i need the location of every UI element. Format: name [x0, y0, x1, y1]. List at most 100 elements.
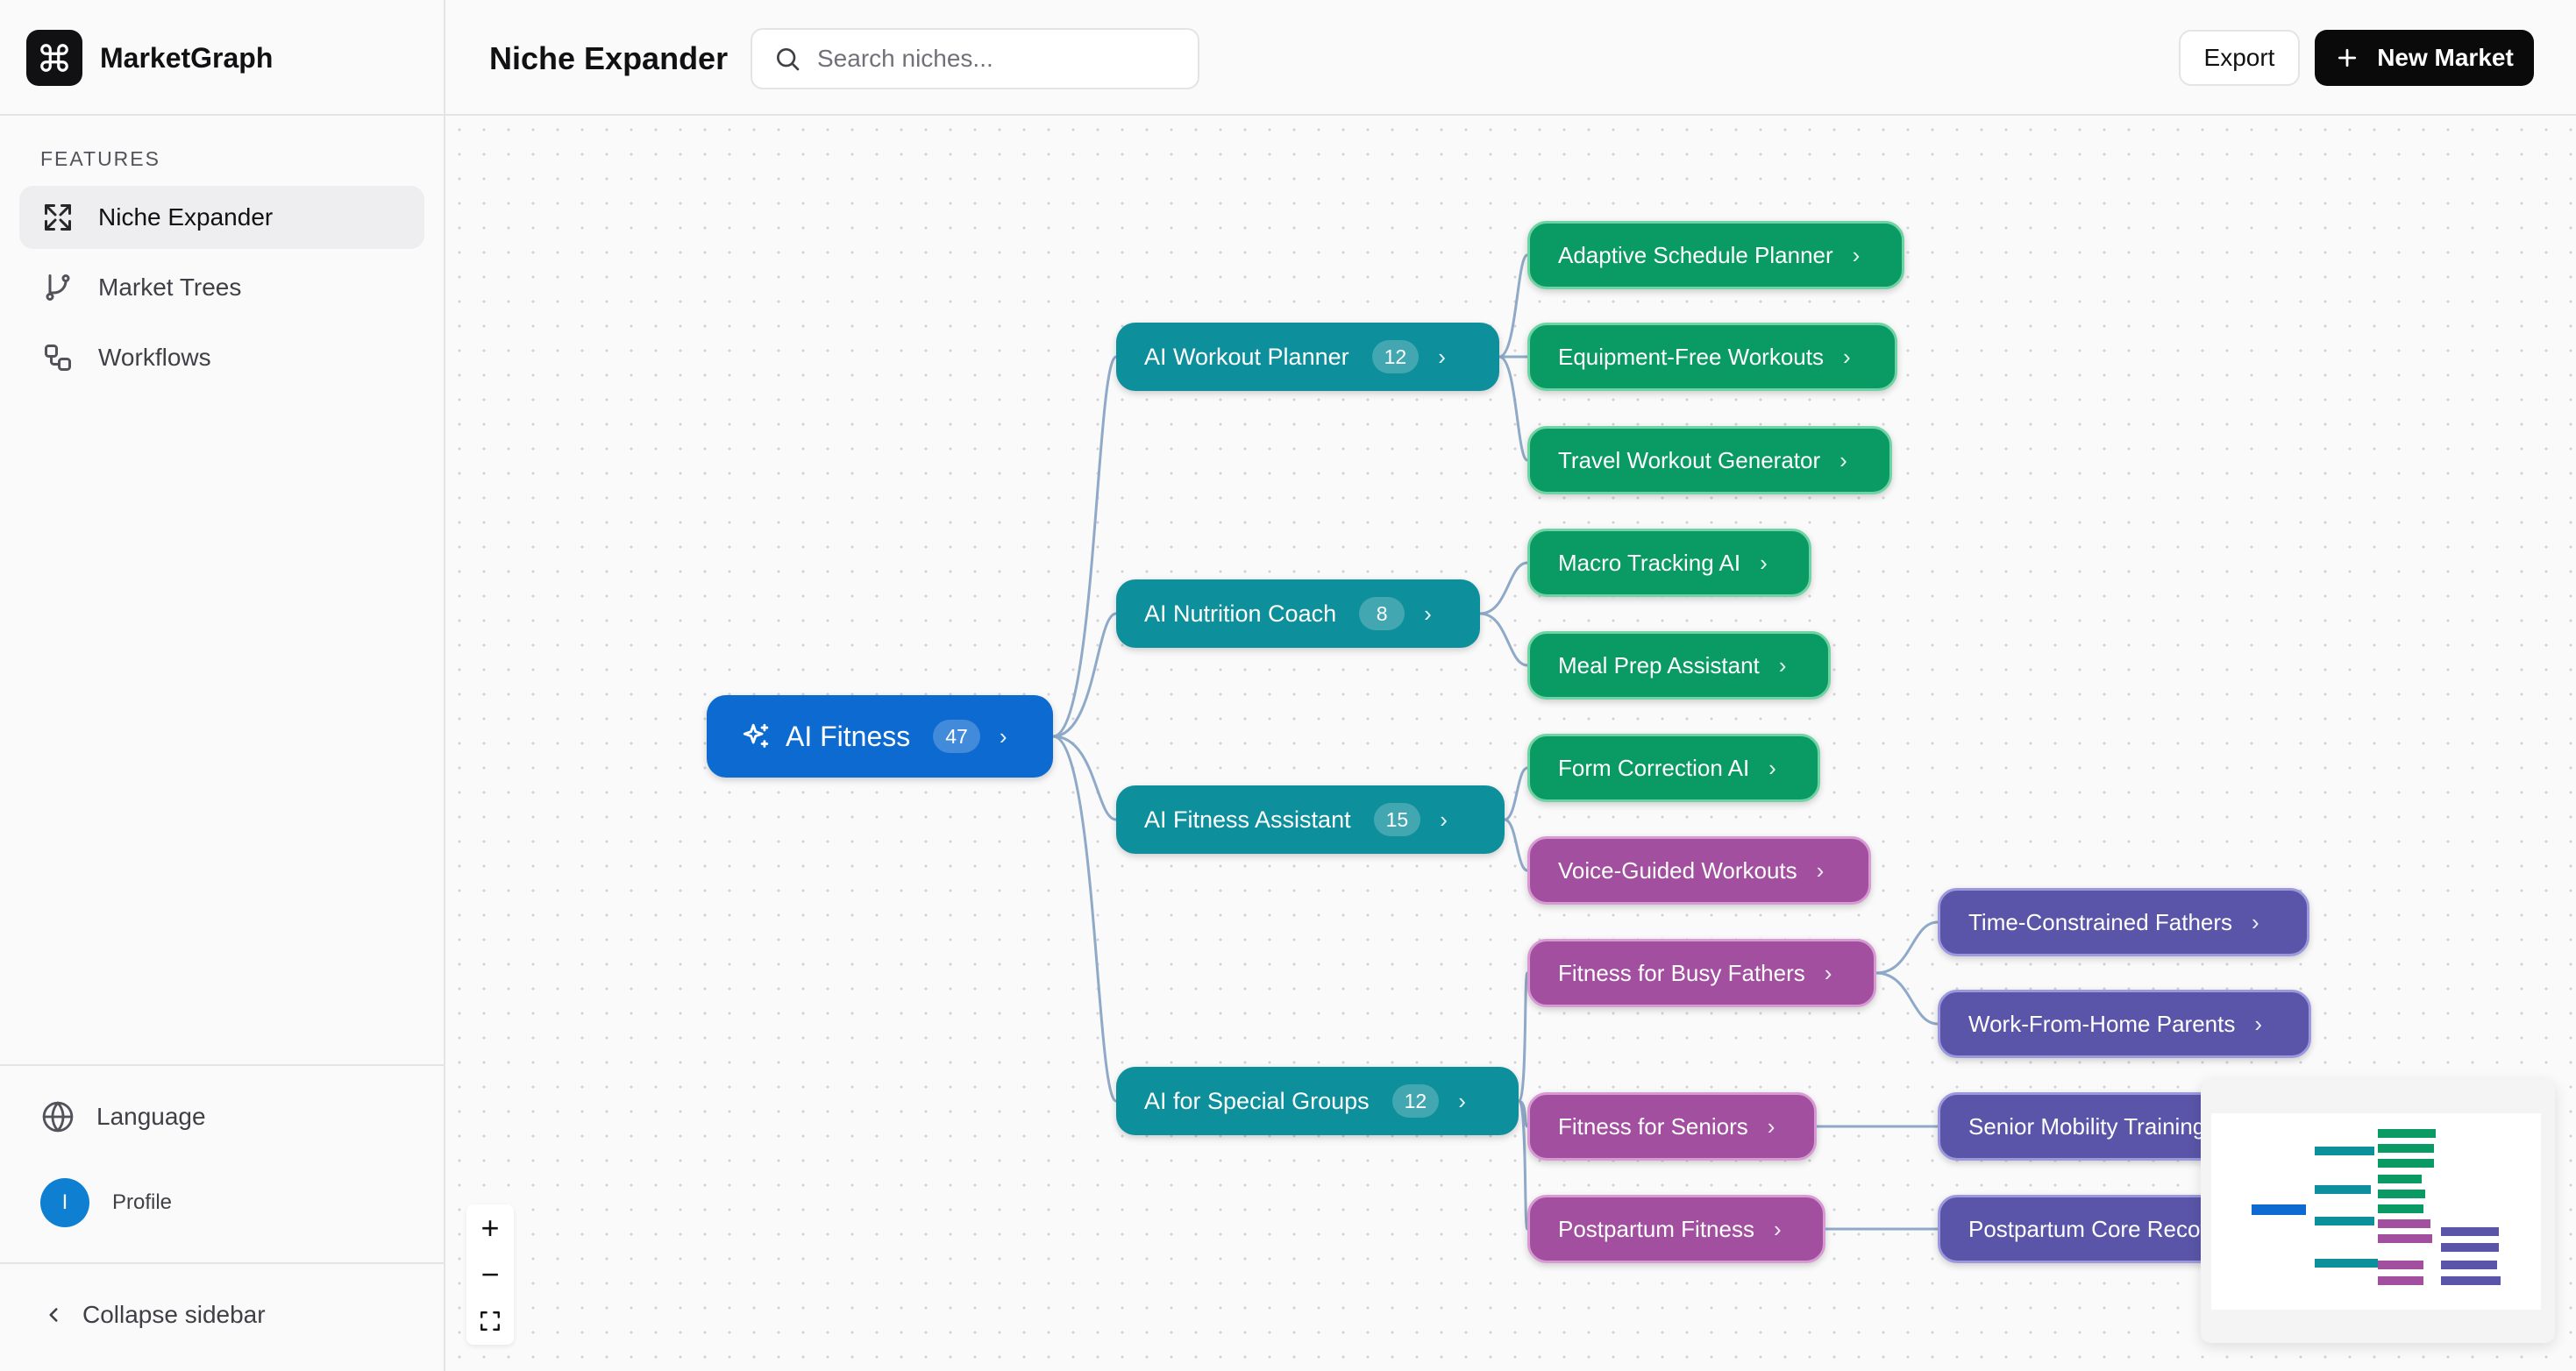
chevron-right-icon: ›: [1852, 241, 1861, 268]
leaf-node[interactable]: Form Correction AI ›: [1527, 734, 1820, 802]
leaf-node[interactable]: Equipment-Free Workouts ›: [1527, 323, 1897, 391]
branch-node-nutrition-coach[interactable]: AI Nutrition Coach 8 ›: [1116, 579, 1480, 648]
search-input[interactable]: [817, 45, 1185, 73]
leaf-node[interactable]: Adaptive Schedule Planner ›: [1527, 221, 1904, 289]
node-label: AI Fitness Assistant: [1144, 806, 1351, 833]
branch-node-workout-planner[interactable]: AI Workout Planner 12 ›: [1116, 323, 1499, 391]
edge: [1517, 971, 1529, 1103]
root-node[interactable]: AI Fitness 47 ›: [707, 695, 1053, 778]
app-name: MarketGraph: [100, 41, 274, 74]
zoom-in-button[interactable]: +: [466, 1204, 514, 1251]
git-branch-icon: [40, 270, 75, 305]
sidebar-item-market-trees[interactable]: Market Trees: [19, 256, 424, 319]
sidebar-item-workflows[interactable]: Workflows: [19, 326, 424, 389]
chevron-right-icon: ›: [1424, 600, 1432, 627]
node-label: AI Nutrition Coach: [1144, 600, 1337, 627]
plus-icon: [2335, 46, 2359, 70]
sparkles-icon: [740, 721, 772, 752]
leaf-node[interactable]: Fitness for Seniors ›: [1527, 1092, 1817, 1161]
node-label: AI Workout Planner: [1144, 343, 1349, 370]
node-label: AI for Special Groups: [1144, 1087, 1370, 1114]
chevron-right-icon: ›: [1440, 806, 1448, 833]
chevron-right-icon: ›: [1767, 1112, 1775, 1140]
fit-view-button[interactable]: [466, 1297, 514, 1344]
edge: [1504, 818, 1528, 872]
node-label: Work-From-Home Parents: [1968, 1010, 2236, 1037]
node-label: Fitness for Seniors: [1558, 1112, 1748, 1140]
chevron-right-icon: ›: [999, 722, 1007, 749]
brand[interactable]: MarketGraph: [26, 30, 273, 86]
expand-icon: [40, 200, 75, 235]
chevron-right-icon: ›: [1839, 446, 1847, 473]
node-label: AI Fitness: [786, 720, 911, 752]
search-icon: [772, 43, 803, 75]
leaf-node[interactable]: Meal Prep Assistant ›: [1527, 631, 1831, 700]
avatar: I: [40, 1178, 89, 1227]
fullscreen-icon: [480, 1311, 500, 1331]
edge: [1498, 355, 1529, 462]
node-label: Fitness for Busy Fathers: [1558, 959, 1805, 986]
sidebar-divider: [0, 114, 445, 116]
collapse-sidebar-button[interactable]: Collapse sidebar: [40, 1301, 266, 1329]
count-badge: 12: [1371, 340, 1420, 373]
leaf-node[interactable]: Fitness for Busy Fathers ›: [1527, 939, 1876, 1007]
node-label: Travel Workout Generator: [1558, 446, 1821, 473]
chevron-right-icon: ›: [1773, 1215, 1782, 1242]
workflow-icon: [40, 340, 75, 375]
leaf-node[interactable]: Voice-Guided Workouts ›: [1527, 836, 1871, 905]
chevron-right-icon: ›: [1438, 343, 1446, 370]
chevron-right-icon: ›: [2252, 908, 2259, 935]
globe-icon: [40, 1099, 75, 1134]
chevron-right-icon: ›: [1778, 651, 1787, 678]
sidebar-divider: [0, 1262, 445, 1264]
zoom-out-button[interactable]: −: [466, 1251, 514, 1297]
node-label: Voice-Guided Workouts: [1558, 856, 1797, 884]
sidebar-divider: [0, 1064, 445, 1066]
sidebar-item-niche-expander[interactable]: Niche Expander: [19, 186, 424, 249]
profile-label: Profile: [112, 1190, 173, 1214]
node-label: Macro Tracking AI: [1558, 549, 1741, 576]
node-label: Meal Prep Assistant: [1558, 651, 1760, 678]
node-label: Postpartum Fitness: [1558, 1215, 1754, 1242]
count-badge: 8: [1359, 597, 1405, 630]
profile-button[interactable]: I Profile: [40, 1178, 172, 1227]
chevron-left-icon: [40, 1302, 67, 1328]
edge: [1875, 971, 1939, 1026]
subleaf-node[interactable]: Time-Constrained Fathers ›: [1938, 888, 2309, 956]
graph-canvas[interactable]: AI Fitness 47 › AI Workout Planner 12 › …: [447, 117, 2576, 1371]
node-label: Time-Constrained Fathers: [1968, 908, 2233, 935]
language-button[interactable]: Language: [40, 1099, 206, 1134]
edge: [1052, 735, 1117, 821]
chevron-right-icon: ›: [2254, 1010, 2263, 1037]
edge: [1504, 766, 1528, 821]
chevron-right-icon: ›: [1458, 1087, 1466, 1114]
branch-node-fitness-assistant[interactable]: AI Fitness Assistant 15 ›: [1116, 785, 1505, 854]
chevron-right-icon: ›: [1816, 856, 1825, 884]
language-label: Language: [96, 1103, 206, 1130]
new-market-button[interactable]: New Market: [2315, 30, 2534, 86]
leaf-node[interactable]: Macro Tracking AI ›: [1527, 529, 1811, 597]
leaf-node[interactable]: Postpartum Fitness ›: [1527, 1195, 1825, 1263]
edge: [1479, 561, 1528, 615]
edge: [1875, 920, 1939, 975]
subleaf-node[interactable]: Work-From-Home Parents ›: [1938, 990, 2311, 1058]
count-badge: 47: [933, 720, 980, 753]
minimap-graph: [2252, 1129, 2501, 1285]
branch-node-special-groups[interactable]: AI for Special Groups 12 ›: [1116, 1067, 1519, 1135]
node-label: Senior Mobility Training: [1968, 1112, 2206, 1140]
edge: [1052, 735, 1118, 1103]
sidebar-item-label: Workflows: [98, 344, 211, 371]
minimap[interactable]: [2201, 1080, 2555, 1343]
sidebar-item-label: Market Trees: [98, 273, 242, 301]
edge: [1498, 253, 1529, 359]
export-button[interactable]: Export: [2179, 30, 2300, 86]
leaf-node[interactable]: Travel Workout Generator ›: [1527, 426, 1892, 494]
top-header: Niche Expander Export New Market: [445, 0, 2576, 116]
chevron-right-icon: ›: [1842, 343, 1851, 370]
sidebar-item-label: Niche Expander: [98, 203, 274, 231]
node-label: Adaptive Schedule Planner: [1558, 241, 1833, 268]
sidebar: MarketGraph FEATURES Niche Expander Mark…: [0, 0, 445, 1371]
chevron-right-icon: ›: [1824, 959, 1832, 986]
page-title: Niche Expander: [489, 40, 729, 76]
search-box[interactable]: [751, 28, 1199, 89]
